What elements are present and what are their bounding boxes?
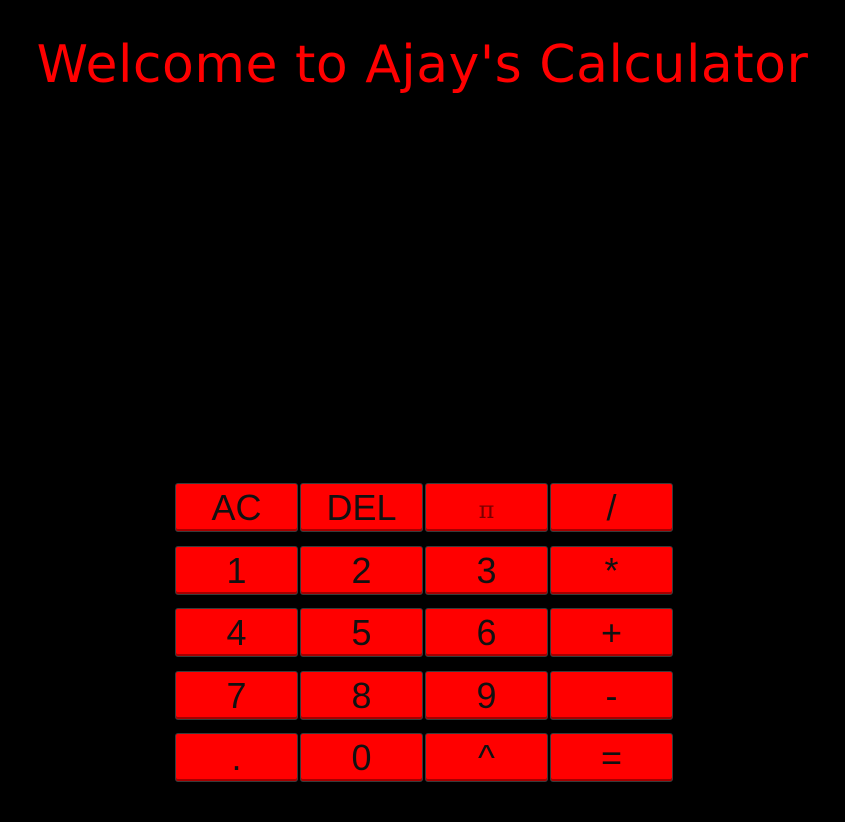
digit-8-button[interactable]: 8 <box>300 670 423 720</box>
digit-3-button[interactable]: 3 <box>425 545 548 595</box>
digit-4-button[interactable]: 4 <box>175 608 298 657</box>
calculator-display <box>175 140 673 470</box>
digit-9-button[interactable]: 9 <box>425 670 548 720</box>
add-button[interactable]: + <box>550 608 673 657</box>
multiply-button[interactable]: * <box>550 545 673 595</box>
digit-6-button[interactable]: 6 <box>425 608 548 657</box>
keypad: AC DEL π/ 1 2 3 * 4 5 6 +7 8 9-. 0 ^ = <box>175 483 675 782</box>
digit-5-button[interactable]: 5 <box>300 608 423 657</box>
delete-button[interactable]: DEL <box>300 483 423 532</box>
power-button[interactable]: ^ <box>425 733 548 782</box>
page-title: Welcome to Ajay's Calculator <box>36 35 809 95</box>
decimal-point-button[interactable]: . <box>175 733 298 782</box>
pi-button[interactable]: π <box>425 483 548 532</box>
digit-0-button[interactable]: 0 <box>300 733 423 782</box>
digit-2-button[interactable]: 2 <box>300 545 423 595</box>
calculator-page: Welcome to Ajay's Calculator AC DEL π/ 1 2 3 *… <box>0 0 845 822</box>
divide-button[interactable]: / <box>550 483 673 532</box>
equals-button[interactable]: = <box>550 733 673 782</box>
digit-1-button[interactable]: 1 <box>175 545 298 595</box>
digit-7-button[interactable]: 7 <box>175 670 298 720</box>
clear-all-button[interactable]: AC <box>175 483 298 532</box>
subtract-button[interactable]: - <box>550 670 673 720</box>
